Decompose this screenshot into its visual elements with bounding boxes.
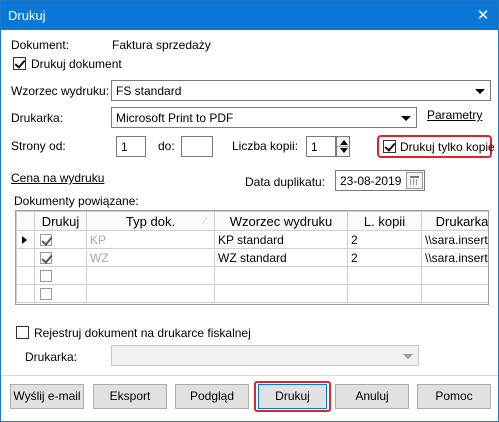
- row-printer[interactable]: [421, 266, 488, 285]
- row-copies[interactable]: 2: [347, 230, 422, 249]
- related-documents-grid: Drukuj Typ dok. ⁄ Wzorzec wydruku L. kop…: [15, 210, 489, 305]
- fiscal-printer-label: Drukarka:: [25, 350, 78, 364]
- cancel-button[interactable]: Anuluj: [335, 384, 409, 409]
- print-document-checkbox[interactable]: [13, 57, 26, 70]
- preview-button[interactable]: Podgląd: [175, 384, 249, 409]
- row-print-cell[interactable]: [34, 248, 87, 267]
- print-button[interactable]: Drukuj: [258, 384, 327, 409]
- template-label: Wzorzec wydruku:: [11, 84, 110, 98]
- table-row[interactable]: KP KP standard 2 \\sara.insert: [16, 230, 488, 249]
- row-indicator: [16, 266, 35, 285]
- duplicate-date-value: 23-08-2019: [340, 174, 402, 188]
- row-print-checkbox[interactable]: [40, 288, 52, 300]
- row-doc-type: WZ: [86, 248, 215, 267]
- row-template[interactable]: [214, 284, 348, 303]
- row-print-cell[interactable]: [34, 284, 87, 303]
- spin-up-icon[interactable]: [340, 140, 348, 145]
- row-indicator: [16, 284, 35, 303]
- row-doc-type: [86, 266, 215, 285]
- row-printer[interactable]: \\sara.insert: [421, 230, 488, 249]
- window-title: Drukuj: [8, 8, 46, 23]
- print-dialog: Drukuj ✕ Dokument: Faktura sprzedaży Dru…: [0, 0, 499, 422]
- fiscal-register-label: Rejestruj dokument na drukarce fiskalnej: [34, 326, 251, 340]
- pages-to-label: do:: [158, 139, 175, 153]
- chevron-down-icon: [475, 89, 485, 94]
- export-button[interactable]: Eksport: [93, 384, 167, 409]
- template-value: FS standard: [116, 84, 182, 98]
- row-template[interactable]: KP standard: [214, 230, 348, 249]
- row-copies[interactable]: 2: [347, 248, 422, 267]
- row-copies[interactable]: [347, 284, 422, 303]
- printer-parameters-link[interactable]: Parametry: [427, 108, 482, 122]
- row-printer[interactable]: \\sara.insert: [421, 248, 488, 267]
- grid-header-row: Drukuj Typ dok. ⁄ Wzorzec wydruku L. kop…: [16, 211, 488, 231]
- chevron-down-icon: [403, 354, 413, 359]
- pages-from-input[interactable]: 1: [116, 136, 146, 157]
- column-header-copies[interactable]: L. kopii: [347, 211, 422, 231]
- template-select[interactable]: FS standard: [111, 80, 491, 101]
- copies-label: Liczba kopii:: [232, 139, 299, 153]
- current-row-icon: [22, 236, 27, 244]
- duplicate-date-label: Data duplikatu:: [245, 175, 326, 189]
- row-print-checkbox[interactable]: [40, 270, 52, 282]
- document-label: Dokument:: [11, 38, 70, 52]
- row-print-cell[interactable]: [34, 230, 87, 249]
- calendar-icon[interactable]: [406, 172, 423, 189]
- column-header-template[interactable]: Wzorzec wydruku: [214, 211, 348, 231]
- row-template[interactable]: [214, 266, 348, 285]
- help-button[interactable]: Pomoc: [417, 384, 491, 409]
- table-row[interactable]: WZ WZ standard 2 \\sara.insert: [16, 248, 488, 267]
- row-copies[interactable]: [347, 266, 422, 285]
- row-doc-type: KP: [86, 230, 215, 249]
- printer-value: Microsoft Print to PDF: [116, 111, 234, 125]
- printer-select[interactable]: Microsoft Print to PDF: [111, 107, 417, 128]
- document-type: Faktura sprzedaży: [112, 38, 211, 52]
- row-indicator-header: [16, 211, 35, 231]
- price-on-printout-link[interactable]: Cena na wydruku: [11, 171, 104, 185]
- print-only-copy-checkbox[interactable]: [383, 140, 396, 153]
- close-icon[interactable]: ✕: [474, 7, 492, 25]
- sort-icon: ⁄: [204, 216, 206, 227]
- table-row[interactable]: [16, 284, 488, 303]
- row-print-checkbox[interactable]: [40, 234, 52, 246]
- table-row[interactable]: [16, 266, 488, 285]
- fiscal-printer-select[interactable]: [111, 345, 419, 366]
- fiscal-register-checkbox[interactable]: [16, 326, 29, 339]
- chevron-down-icon: [401, 116, 411, 121]
- spin-down-icon[interactable]: [340, 148, 348, 153]
- print-only-copy-label: Drukuj tylko kopie: [400, 140, 495, 154]
- row-indicator: [16, 248, 35, 267]
- row-print-checkbox[interactable]: [40, 252, 52, 264]
- row-print-cell[interactable]: [34, 266, 87, 285]
- row-doc-type: [86, 284, 215, 303]
- row-printer[interactable]: [421, 284, 488, 303]
- copies-input[interactable]: 1: [306, 136, 336, 157]
- printer-label: Drukarka:: [11, 111, 64, 125]
- send-email-button[interactable]: Wyślij e-mail: [10, 384, 84, 409]
- row-indicator: [16, 230, 35, 249]
- column-header-doc-type-label: Typ dok.: [125, 213, 176, 229]
- print-document-label: Drukuj dokument: [31, 57, 122, 71]
- pages-to-input[interactable]: [181, 136, 213, 157]
- row-template[interactable]: WZ standard: [214, 248, 348, 267]
- pages-from-label: Strony od:: [11, 139, 66, 153]
- title-bar: Drukuj ✕: [1, 1, 498, 30]
- related-documents-label: Dokumenty powiązane:: [14, 194, 139, 208]
- column-header-doc-type[interactable]: Typ dok. ⁄: [86, 211, 215, 231]
- divider: [1, 375, 498, 376]
- column-header-printer[interactable]: Drukarka: [421, 211, 488, 231]
- column-header-print[interactable]: Drukuj: [34, 211, 87, 231]
- copies-spinner[interactable]: [336, 136, 350, 157]
